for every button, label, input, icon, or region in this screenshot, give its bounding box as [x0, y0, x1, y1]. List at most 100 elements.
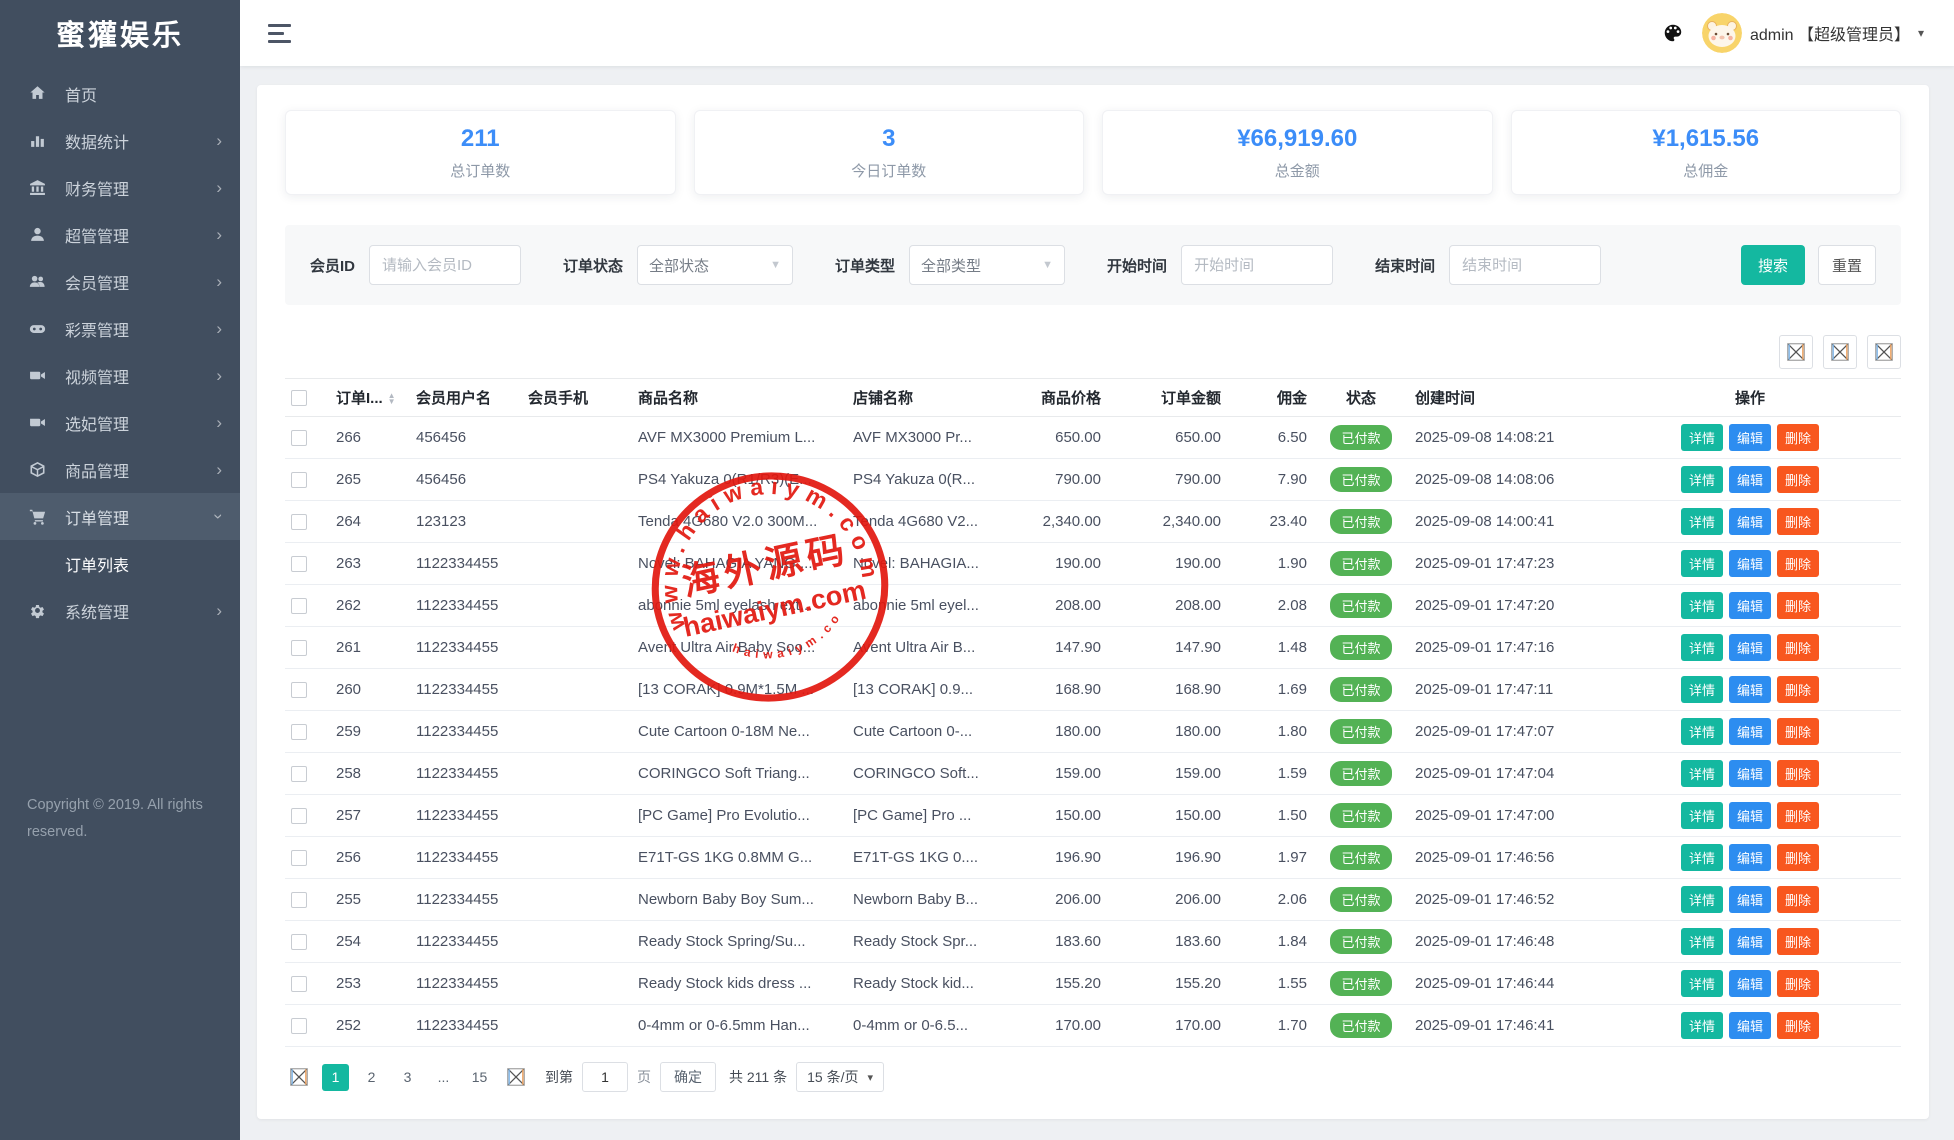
confirm-button[interactable]: 确定 — [660, 1062, 716, 1092]
row-checkbox[interactable] — [291, 850, 307, 866]
detail-button[interactable]: 详情 — [1681, 508, 1723, 535]
edit-button[interactable]: 编辑 — [1729, 970, 1771, 997]
sidebar-item[interactable]: 选妃管理› — [0, 399, 240, 446]
page-number[interactable]: 1 — [322, 1064, 349, 1091]
toolbar-broken-image-icon-3[interactable] — [1867, 335, 1901, 369]
page-number[interactable]: 15 — [466, 1064, 493, 1091]
delete-button[interactable]: 删除 — [1777, 802, 1819, 829]
edit-button[interactable]: 编辑 — [1729, 886, 1771, 913]
delete-button[interactable]: 删除 — [1777, 550, 1819, 577]
row-checkbox[interactable] — [291, 472, 307, 488]
sidebar-item[interactable]: 商品管理› — [0, 446, 240, 493]
cell-username: 1122334455 — [410, 543, 522, 585]
edit-button[interactable]: 编辑 — [1729, 928, 1771, 955]
delete-button[interactable]: 删除 — [1777, 886, 1819, 913]
delete-button[interactable]: 删除 — [1777, 508, 1819, 535]
select-all-checkbox[interactable] — [291, 390, 307, 406]
delete-button[interactable]: 删除 — [1777, 718, 1819, 745]
row-checkbox[interactable] — [291, 598, 307, 614]
sidebar-item[interactable]: 视频管理› — [0, 352, 240, 399]
hamburger-menu-icon[interactable] — [268, 24, 291, 43]
edit-button[interactable]: 编辑 — [1729, 550, 1771, 577]
row-checkbox[interactable] — [291, 892, 307, 908]
row-checkbox[interactable] — [291, 514, 307, 530]
sidebar-item[interactable]: 会员管理› — [0, 258, 240, 305]
delete-button[interactable]: 删除 — [1777, 634, 1819, 661]
page-number[interactable]: 3 — [394, 1064, 421, 1091]
row-checkbox[interactable] — [291, 556, 307, 572]
admin-menu[interactable]: admin 【超级管理员】 ▾ — [1702, 13, 1924, 53]
column-header[interactable]: 订单I...▲▼ — [330, 379, 410, 417]
row-checkbox[interactable] — [291, 1018, 307, 1034]
edit-button[interactable]: 编辑 — [1729, 718, 1771, 745]
sidebar-item[interactable]: 数据统计› — [0, 117, 240, 164]
page-number[interactable]: 2 — [358, 1064, 385, 1091]
edit-button[interactable]: 编辑 — [1729, 760, 1771, 787]
toolbar-broken-image-icon-2[interactable] — [1823, 335, 1857, 369]
theme-palette-icon[interactable] — [1660, 20, 1686, 46]
edit-button[interactable]: 编辑 — [1729, 802, 1771, 829]
sidebar-item[interactable]: 彩票管理› — [0, 305, 240, 352]
detail-button[interactable]: 详情 — [1681, 970, 1723, 997]
sidebar-item[interactable]: 首页 — [0, 70, 240, 117]
order-status-select[interactable]: 全部状态 ▼ — [637, 245, 793, 285]
reset-button[interactable]: 重置 — [1818, 245, 1876, 285]
detail-button[interactable]: 详情 — [1681, 466, 1723, 493]
detail-button[interactable]: 详情 — [1681, 550, 1723, 577]
order-type-select[interactable]: 全部类型 ▼ — [909, 245, 1065, 285]
row-checkbox[interactable] — [291, 682, 307, 698]
sidebar-item[interactable]: 订单管理› — [0, 493, 240, 540]
delete-button[interactable]: 删除 — [1777, 424, 1819, 451]
sidebar-subitem[interactable]: 订单列表 — [0, 540, 240, 587]
sidebar-item[interactable]: 财务管理› — [0, 164, 240, 211]
per-page-value: 15 条/页 — [807, 1067, 858, 1087]
row-checkbox[interactable] — [291, 766, 307, 782]
delete-button[interactable]: 删除 — [1777, 760, 1819, 787]
next-page-broken-image-icon[interactable] — [502, 1063, 530, 1091]
detail-button[interactable]: 详情 — [1681, 844, 1723, 871]
edit-button[interactable]: 编辑 — [1729, 592, 1771, 619]
row-checkbox[interactable] — [291, 934, 307, 950]
row-checkbox[interactable] — [291, 808, 307, 824]
delete-button[interactable]: 删除 — [1777, 970, 1819, 997]
row-checkbox[interactable] — [291, 430, 307, 446]
delete-button[interactable]: 删除 — [1777, 466, 1819, 493]
edit-button[interactable]: 编辑 — [1729, 676, 1771, 703]
detail-button[interactable]: 详情 — [1681, 424, 1723, 451]
delete-button[interactable]: 删除 — [1777, 676, 1819, 703]
edit-button[interactable]: 编辑 — [1729, 508, 1771, 535]
member-id-input[interactable] — [369, 245, 521, 285]
row-checkbox[interactable] — [291, 976, 307, 992]
search-button[interactable]: 搜索 — [1741, 245, 1805, 285]
detail-button[interactable]: 详情 — [1681, 886, 1723, 913]
delete-button[interactable]: 删除 — [1777, 592, 1819, 619]
prev-page-broken-image-icon[interactable] — [285, 1063, 313, 1091]
detail-button[interactable]: 详情 — [1681, 676, 1723, 703]
sort-icon[interactable]: ▲▼ — [388, 393, 396, 405]
detail-button[interactable]: 详情 — [1681, 1012, 1723, 1039]
cell-amount: 155.20 — [1107, 963, 1227, 1005]
row-checkbox[interactable] — [291, 640, 307, 656]
edit-button[interactable]: 编辑 — [1729, 844, 1771, 871]
row-checkbox[interactable] — [291, 724, 307, 740]
start-time-input[interactable] — [1181, 245, 1333, 285]
toolbar-broken-image-icon-1[interactable] — [1779, 335, 1813, 369]
goto-page-input[interactable] — [582, 1062, 628, 1092]
edit-button[interactable]: 编辑 — [1729, 634, 1771, 661]
detail-button[interactable]: 详情 — [1681, 592, 1723, 619]
detail-button[interactable]: 详情 — [1681, 634, 1723, 661]
sidebar-item[interactable]: 超管管理› — [0, 211, 240, 258]
edit-button[interactable]: 编辑 — [1729, 424, 1771, 451]
delete-button[interactable]: 删除 — [1777, 928, 1819, 955]
detail-button[interactable]: 详情 — [1681, 760, 1723, 787]
edit-button[interactable]: 编辑 — [1729, 1012, 1771, 1039]
detail-button[interactable]: 详情 — [1681, 718, 1723, 745]
delete-button[interactable]: 删除 — [1777, 844, 1819, 871]
end-time-input[interactable] — [1449, 245, 1601, 285]
detail-button[interactable]: 详情 — [1681, 802, 1723, 829]
sidebar-item[interactable]: 系统管理› — [0, 587, 240, 634]
delete-button[interactable]: 删除 — [1777, 1012, 1819, 1039]
per-page-select[interactable]: 15 条/页 ▾ — [796, 1062, 884, 1092]
edit-button[interactable]: 编辑 — [1729, 466, 1771, 493]
detail-button[interactable]: 详情 — [1681, 928, 1723, 955]
